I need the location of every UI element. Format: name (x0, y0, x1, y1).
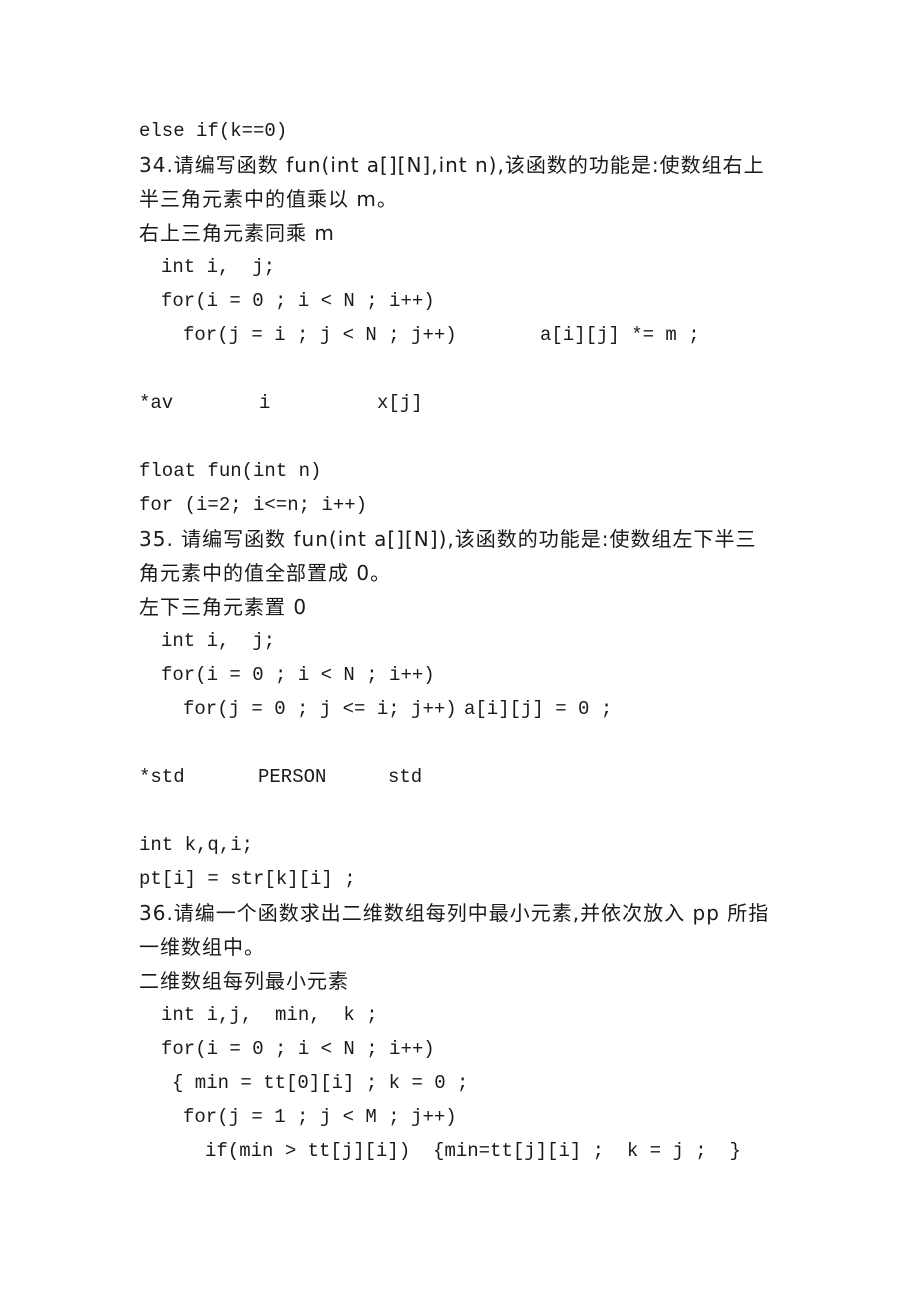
blank-answer-1: *av (139, 392, 174, 414)
code-line-declare-ij: int i, j; (161, 256, 276, 278)
blank-answer-2: i (259, 392, 271, 414)
blank-answer-3: std (388, 766, 423, 788)
question-36-line-2: 一维数组中。 (139, 935, 265, 959)
code-line-else-if: else if(k==0) (139, 120, 288, 142)
document-page: else if(k==0) 34.请编写函数 fun(int a[][N],in… (0, 0, 920, 1302)
question-35-line-1: 35. 请编写函数 fun(int a[][N]),该函数的功能是:使数组左下半… (139, 527, 757, 551)
code-line-outer-loop-35: for(i = 0 ; i < N ; i++) (161, 664, 435, 686)
code-line-inner-loop-35: for(j = 0 ; j <= i; j++) a[i][j] = 0 ; (183, 692, 683, 726)
question-35-line-2: 角元素中的值全部置成 0。 (139, 561, 392, 585)
blank-answer-3: x[j] (377, 392, 423, 414)
code-line-outer-loop: for(i = 0 ; i < N ; i++) (161, 290, 435, 312)
blank-answer-1: *std (139, 766, 185, 788)
code-line-init-min: { min = tt[0][i] ; k = 0 ; (172, 1072, 469, 1094)
code-line-declare-ij-35: int i, j; (161, 630, 276, 652)
fill-blank-answers-1: *av i x[j] (139, 386, 539, 420)
inner-loop-34-header: for(j = i ; j < N ; j++) (183, 324, 457, 346)
code-line-outer-loop-36: for(i = 0 ; i < N ; i++) (161, 1038, 435, 1060)
code-line-float-fun: float fun(int n) (139, 460, 322, 482)
code-line-inner-loop-34: for(j = i ; j < N ; j++) a[i][j] *= m ; (183, 318, 783, 352)
question-34-line-1: 34.请编写函数 fun(int a[][N],int n),该函数的功能是:使… (139, 153, 765, 177)
code-line-for-i2: for (i=2; i<=n; i++) (139, 494, 368, 516)
code-line-pt-assign: pt[i] = str[k][i] ; (139, 868, 356, 890)
code-line-if-min: if(min > tt[j][i]) {min=tt[j][i] ; k = j… (205, 1140, 741, 1162)
blank-answer-2: PERSON (258, 766, 327, 788)
answer-34-heading: 右上三角元素同乘 m (139, 221, 335, 245)
answer-35-heading: 左下三角元素置 0 (139, 595, 308, 619)
question-34-line-2: 半三角元素中的值乘以 m。 (139, 187, 398, 211)
question-36-line-1: 36.请编一个函数求出二维数组每列中最小元素,并依次放入 pp 所指 (139, 901, 770, 925)
inner-loop-34-body: a[i][j] *= m ; (540, 324, 700, 346)
code-line-declare-min: int i,j, min, k ; (161, 1004, 378, 1026)
fill-blank-answers-2: *std PERSON std (139, 760, 539, 794)
answer-36-heading: 二维数组每列最小元素 (139, 969, 349, 993)
code-line-inner-loop-36: for(j = 1 ; j < M ; j++) (183, 1106, 457, 1128)
inner-loop-35-body: a[i][j] = 0 ; (464, 698, 613, 720)
code-line-int-kqi: int k,q,i; (139, 834, 254, 856)
inner-loop-35-header: for(j = 0 ; j <= i; j++) (183, 698, 457, 720)
